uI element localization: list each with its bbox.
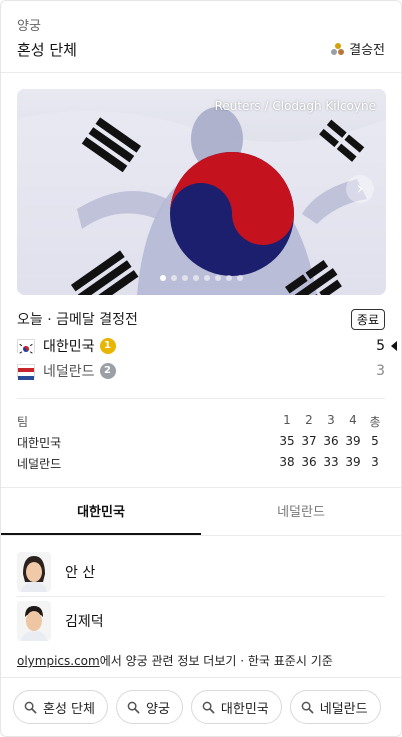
- photo-carousel[interactable]: Reuters / Clodagh Kilcoyne ›: [17, 89, 386, 295]
- search-chip[interactable]: 대한민국: [190, 690, 282, 724]
- pager-dot[interactable]: [226, 275, 232, 281]
- source-link[interactable]: olympics.com: [17, 654, 100, 668]
- total-header: 총: [369, 415, 381, 429]
- set-score: 36: [301, 455, 317, 469]
- table-header: 팀 1 2 3 4 총: [17, 413, 385, 434]
- match-label: 오늘 · 금메달 결정전: [17, 312, 138, 328]
- header: 양궁 혼성 단체 결승전: [17, 1, 385, 73]
- search-icon: [127, 701, 140, 713]
- team-name: 대한민국: [43, 339, 95, 355]
- team-row-korea[interactable]: 대한민국 1 5: [17, 334, 397, 358]
- carousel-pager[interactable]: [17, 275, 386, 281]
- match-header: 오늘 · 금메달 결정전 종료: [17, 307, 385, 330]
- set-score: 35: [279, 434, 295, 448]
- player-row[interactable]: 안 산: [17, 549, 385, 595]
- row-team: 네덜란드: [17, 457, 62, 471]
- set-score: 38: [279, 455, 295, 469]
- team-name: 네덜란드: [43, 364, 95, 380]
- medal-dots-icon: [331, 42, 345, 55]
- search-chip[interactable]: 혼성 단체: [13, 690, 108, 724]
- search-icon: [202, 701, 215, 713]
- pager-dot[interactable]: [160, 275, 166, 281]
- pager-dot[interactable]: [171, 275, 177, 281]
- chip-label: 네덜란드: [319, 701, 368, 717]
- rank-badge: 2: [99, 363, 116, 379]
- set-header: 1: [283, 413, 291, 427]
- divider: [1, 677, 401, 678]
- tab-netherlands[interactable]: 네덜란드: [201, 491, 401, 537]
- avatar: [17, 552, 51, 592]
- avatar: [17, 601, 51, 641]
- sport-label: 양궁: [17, 19, 41, 34]
- status-badge: 종료: [350, 309, 385, 330]
- team-score: 3: [376, 363, 385, 379]
- source-note: olympics.com에서 양궁 관련 정보 더보기 · 한국 표준시 기준: [17, 652, 333, 669]
- flag-netherlands-icon: [17, 364, 35, 380]
- flag-korea-icon: [17, 339, 35, 355]
- chevron-right-icon[interactable]: ›: [346, 175, 374, 203]
- pager-dot[interactable]: [237, 275, 243, 281]
- stage-label: 결승전: [331, 39, 385, 58]
- korean-flag-photo: [17, 89, 386, 295]
- total-score: 3: [371, 455, 379, 469]
- event-title: 혼성 단체: [17, 41, 77, 59]
- player-name: 안 산: [65, 565, 96, 581]
- set-score-table: 팀 1 2 3 4 총 대한민국 35 37 36 39 5 네덜란드 38 3…: [17, 413, 385, 476]
- divider: [17, 596, 385, 597]
- player-row[interactable]: 김제덕: [17, 598, 385, 644]
- player-name: 김제덕: [65, 614, 104, 630]
- team-score: 5: [376, 338, 385, 354]
- set-score: 36: [323, 434, 339, 448]
- divider: [1, 487, 401, 488]
- pager-dot[interactable]: [193, 275, 199, 281]
- search-icon: [301, 701, 314, 713]
- team-tabs: 대한민국 네덜란드: [1, 491, 401, 537]
- pager-dot[interactable]: [182, 275, 188, 281]
- tab-korea[interactable]: 대한민국: [1, 491, 201, 537]
- search-chip[interactable]: 양궁: [115, 690, 183, 724]
- pager-dot[interactable]: [215, 275, 221, 281]
- table-row: 대한민국 35 37 36 39 5: [17, 434, 385, 455]
- search-icon: [24, 701, 37, 713]
- photo-credit: Reuters / Clodagh Kilcoyne: [214, 99, 376, 113]
- winner-pointer-icon: [391, 341, 397, 351]
- results-card: 양궁 혼성 단체 결승전 Reuters / Clodagh Kilcoyne …: [0, 0, 402, 737]
- set-header: 2: [305, 413, 313, 427]
- set-header: 3: [327, 413, 335, 427]
- set-header: 4: [349, 413, 357, 427]
- set-score: 39: [345, 455, 361, 469]
- set-score: 39: [345, 434, 361, 448]
- row-team: 대한민국: [17, 436, 62, 450]
- set-score: 37: [301, 434, 317, 448]
- total-score: 5: [371, 434, 379, 448]
- set-score: 33: [323, 455, 339, 469]
- rank-badge: 1: [99, 338, 116, 354]
- team-column-header: 팀: [17, 415, 29, 429]
- team-row-netherlands[interactable]: 네덜란드 2 3: [17, 359, 385, 383]
- table-row: 네덜란드 38 36 33 39 3: [17, 455, 385, 476]
- stage-text: 결승전: [349, 43, 385, 58]
- chip-label: 대한민국: [220, 701, 269, 717]
- divider: [1, 535, 401, 536]
- source-text: 에서 양궁 관련 정보 더보기 · 한국 표준시 기준: [99, 654, 333, 668]
- pager-dot[interactable]: [204, 275, 210, 281]
- divider: [1, 72, 401, 73]
- chip-label: 양궁: [145, 701, 170, 717]
- divider: [17, 398, 385, 399]
- search-chip[interactable]: 네덜란드: [289, 690, 381, 724]
- related-search-chips: 혼성 단체 양궁 대한민국 네덜란드: [13, 690, 389, 726]
- chip-label: 혼성 단체: [43, 701, 95, 717]
